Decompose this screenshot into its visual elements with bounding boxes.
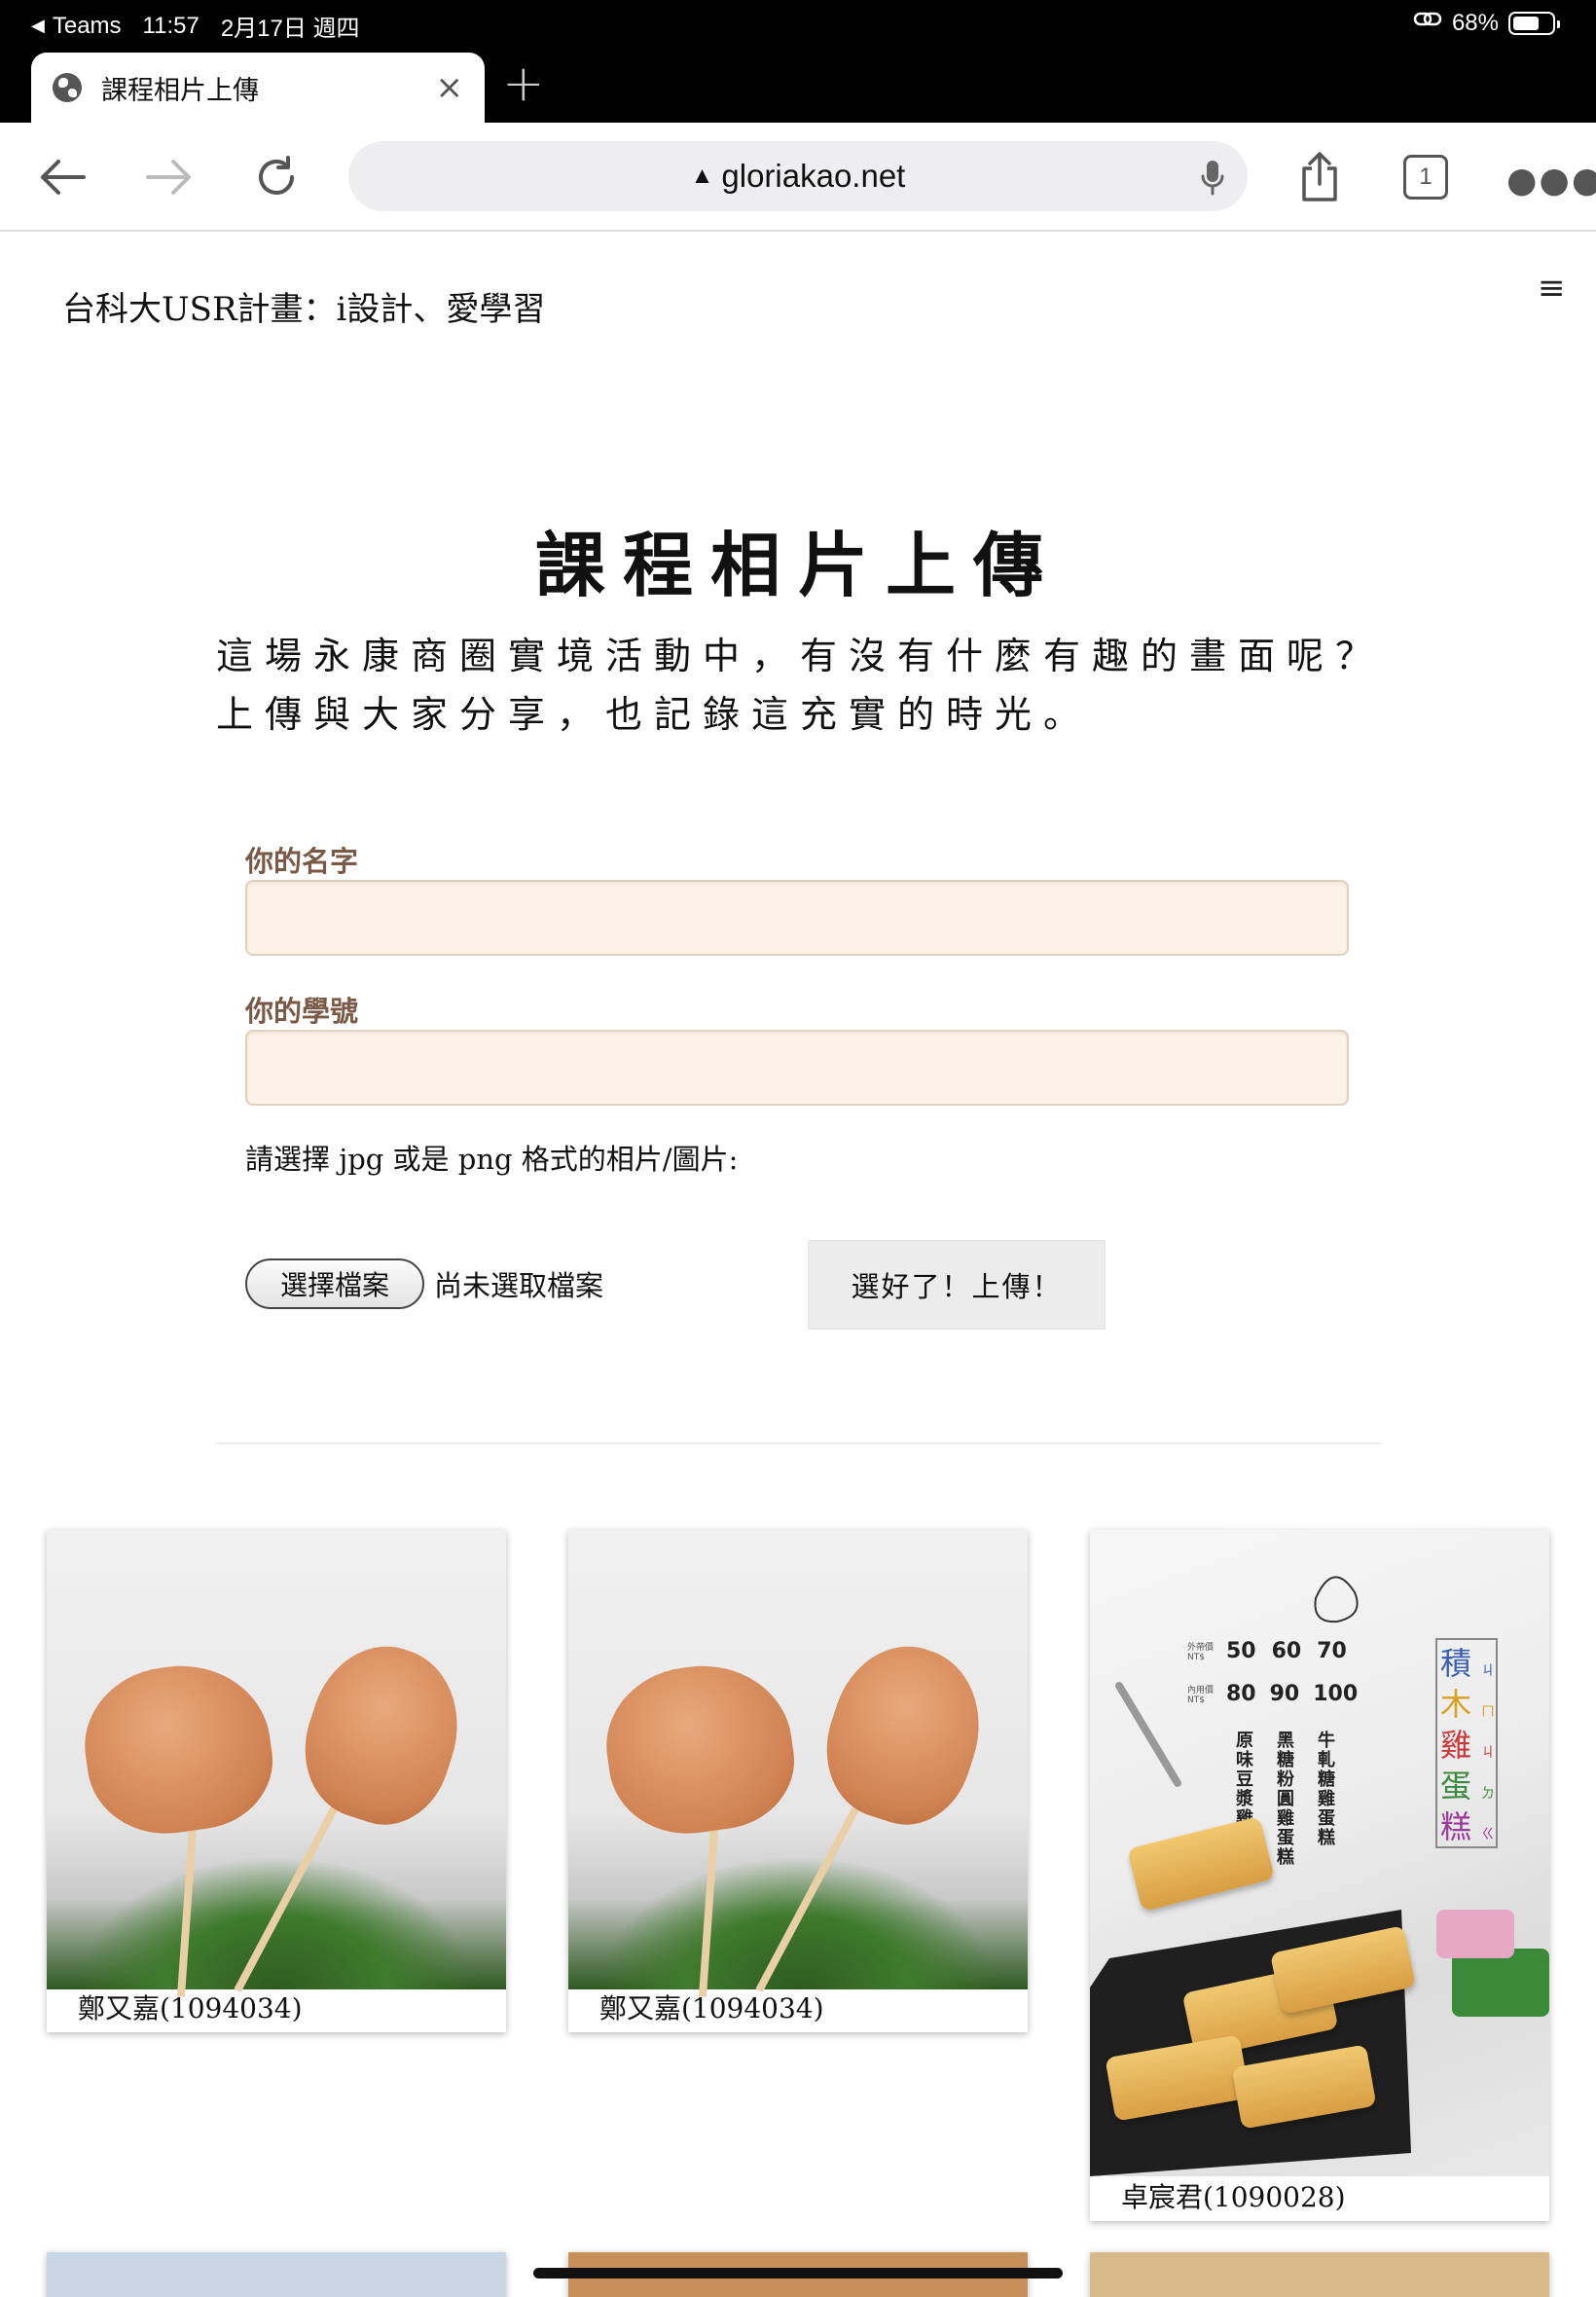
student-id-field[interactable]	[245, 1030, 1349, 1106]
zhuyin-char: ㄉ	[1481, 1786, 1495, 1802]
brand-char: 木	[1440, 1686, 1472, 1723]
price-value: 100	[1313, 1682, 1359, 1706]
back-to-app-icon[interactable]: ◀	[31, 16, 45, 36]
globe-icon	[53, 73, 82, 102]
site-title[interactable]: 台科大USR計畫：i設計、愛學習	[62, 282, 545, 330]
back-app-label[interactable]: Teams	[53, 13, 122, 40]
takeout-prices: 50 60 70	[1226, 1639, 1347, 1663]
name-label: 你的名字	[245, 845, 359, 878]
intro-line-2: 上傳與大家分享，也記錄這充實的時光。	[216, 693, 1093, 736]
gallery-card[interactable]: 鄭又嘉(1094034)	[568, 1530, 1028, 2032]
brand-char: 雞	[1440, 1727, 1472, 1764]
price-value: 50	[1226, 1639, 1256, 1663]
photo-caption: 卓宸君(1090028)	[1121, 2181, 1346, 2213]
dine-in-prices: 80 90 100	[1226, 1682, 1358, 1706]
status-time: 11:57	[142, 12, 200, 39]
file-format-hint: 請選擇 jpg 或是 png 格式的相片/圖片:	[245, 1143, 739, 1176]
poster-zhuyin: ㄐ ㄇ ㄐ ㄉ ㄍ	[1481, 1651, 1495, 1855]
battery-percent: 68%	[1451, 9, 1499, 36]
flavor-label: 黑糖粉圓雞蛋糕	[1274, 1731, 1294, 1867]
tab-title: 課程相片上傳	[101, 75, 259, 106]
microphone-icon[interactable]	[1201, 159, 1224, 203]
intro-line-1: 這場永康商圈實境活動中，有沒有什麼有趣的畫面呢？	[216, 635, 1385, 677]
share-icon[interactable]	[1290, 148, 1349, 206]
zhuyin-char: ㄍ	[1481, 1827, 1495, 1842]
battery-icon	[1508, 11, 1560, 35]
tab-strip: 課程相片上傳 × +	[0, 49, 1596, 123]
gallery-photo[interactable]: 外帶價 NT$ 50 60 70 內用價 NT$ 80 90 100 原味豆漿雞…	[1090, 1530, 1549, 2176]
home-indicator[interactable]	[533, 2268, 1063, 2279]
hamburger-menu-icon[interactable]: ≡	[1538, 269, 1566, 308]
brand-char: 積	[1440, 1645, 1472, 1682]
price-value: 90	[1269, 1682, 1300, 1706]
reload-icon[interactable]	[247, 148, 306, 206]
status-bar: ◀ Teams 11:57 2月17日 週四 68%	[0, 0, 1596, 49]
gallery-card[interactable]: 外帶價 NT$ 50 60 70 內用價 NT$ 80 90 100 原味豆漿雞…	[1090, 1530, 1549, 2221]
gallery-card[interactable]	[47, 2252, 506, 2297]
photo-caption: 鄭又嘉(1094034)	[78, 1992, 303, 2024]
wifi-link-icon	[1413, 9, 1442, 37]
poster-brand: 積 木 雞 蛋 糕	[1440, 1643, 1471, 1847]
file-status-text: 尚未選取檔案	[434, 1269, 604, 1302]
cookie-shape	[807, 1628, 1001, 1841]
flavor-label: 牛軋糖雞蛋糕	[1315, 1731, 1335, 1847]
not-secure-warning-icon[interactable]: ▲	[691, 163, 714, 190]
upload-submit-button[interactable]: 選好了！上傳！	[808, 1240, 1106, 1330]
gallery-card[interactable]	[1090, 2252, 1549, 2297]
battery-level	[1513, 16, 1539, 30]
cookie-stick	[755, 1791, 868, 1992]
price-currency: NT$	[1187, 1653, 1205, 1662]
cookie-shape	[285, 1628, 480, 1841]
tab-count-button[interactable]: 1	[1403, 155, 1448, 200]
cookie-shape	[75, 1654, 281, 1844]
choose-file-button[interactable]: 選擇檔案	[245, 1258, 424, 1309]
forward-arrow-icon[interactable]	[140, 148, 199, 206]
more-menu-icon[interactable]: ●●●	[1506, 164, 1596, 199]
address-bar[interactable]: ▲ gloriakao.net	[348, 141, 1248, 211]
divider	[216, 1442, 1382, 1444]
price-label-dine-in: 內用價	[1187, 1686, 1215, 1695]
zhuyin-char: ㄐ	[1481, 1745, 1495, 1761]
gallery-photo[interactable]	[47, 1530, 506, 1997]
price-value: 60	[1271, 1639, 1302, 1663]
zhuyin-char: ㄇ	[1481, 1704, 1495, 1720]
brand-char: 蛋	[1440, 1768, 1472, 1805]
browser-toolbar: ▲ gloriakao.net 1 ●●●	[0, 123, 1596, 232]
browser-tab[interactable]: 課程相片上傳 ×	[31, 53, 485, 123]
status-date: 2月17日 週四	[220, 16, 360, 42]
back-arrow-icon[interactable]	[33, 148, 91, 206]
gallery-card[interactable]: 鄭又嘉(1094034)	[47, 1530, 506, 2032]
cookie-stick	[234, 1791, 346, 1992]
brand-char: 糕	[1440, 1808, 1472, 1845]
student-id-label: 你的學號	[245, 995, 359, 1028]
price-value: 80	[1226, 1682, 1256, 1706]
intro-text: 這場永康商圈實境活動中，有沒有什麼有趣的畫面呢？ 上傳與大家分享，也記錄這充實的…	[216, 627, 1423, 744]
close-tab-icon[interactable]: ×	[436, 71, 464, 104]
price-value: 70	[1317, 1639, 1347, 1663]
page-title: 課程相片上傳	[534, 525, 1061, 606]
zhuyin-char: ㄐ	[1481, 1663, 1495, 1679]
cookie-shape	[597, 1654, 803, 1844]
price-label-takeout: 外帶價	[1187, 1643, 1215, 1653]
photo-caption: 鄭又嘉(1094034)	[599, 1992, 824, 2024]
price-currency: NT$	[1187, 1695, 1205, 1705]
url-text[interactable]: gloriakao.net	[721, 158, 905, 195]
name-field[interactable]	[245, 880, 1349, 956]
new-tab-icon[interactable]: +	[502, 58, 545, 109]
gallery-photo[interactable]	[568, 1530, 1028, 1997]
